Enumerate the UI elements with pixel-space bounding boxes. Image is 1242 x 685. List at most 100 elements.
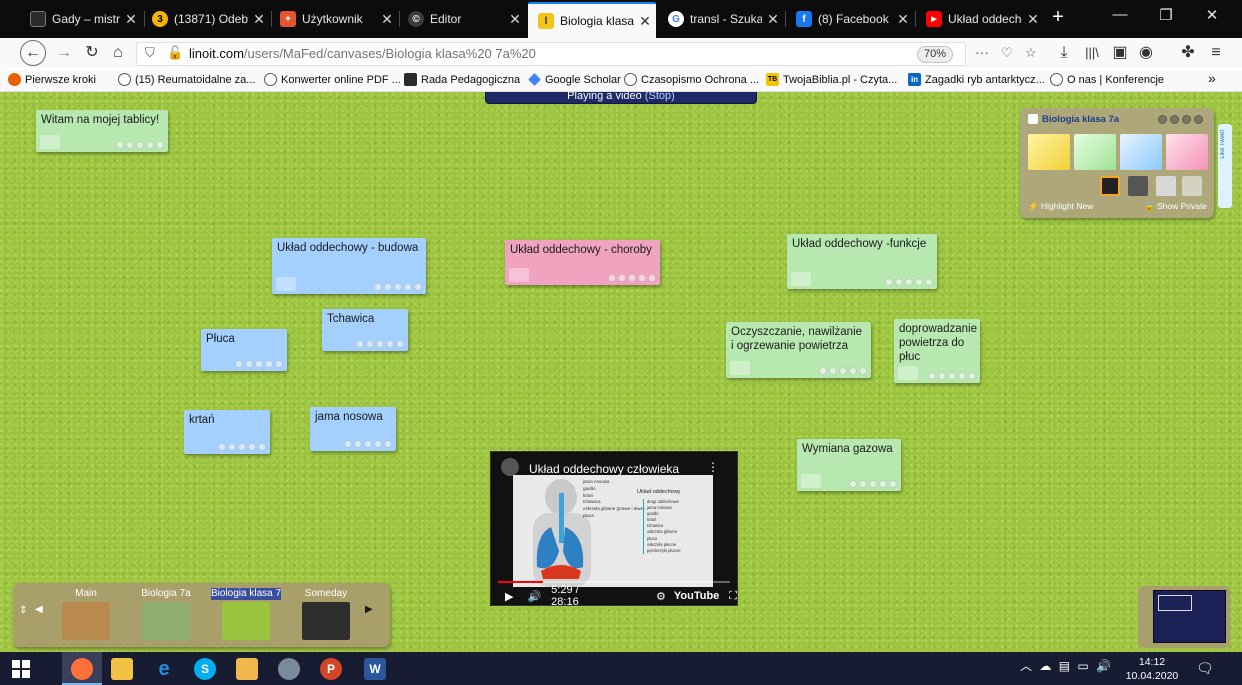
tab-7[interactable]: ▶ Układ oddechow ✕ [916, 4, 1044, 34]
photo-tool-icon[interactable] [1100, 176, 1120, 196]
bookmark-item[interactable]: Konwerter online PDF ... [264, 73, 401, 86]
tab-active[interactable]: l Biologia klasa 7 ✕ [528, 2, 656, 38]
word-icon[interactable]: W [364, 658, 386, 680]
sticky-controls[interactable] [849, 480, 897, 488]
canvas-settings-icon[interactable] [1028, 114, 1038, 124]
extension-icon[interactable]: ✤ [1176, 41, 1200, 65]
video-tool-icon[interactable] [1128, 176, 1148, 196]
pocket-icon[interactable]: ♡ [1001, 45, 1013, 61]
channel-avatar[interactable] [501, 458, 519, 476]
paint-icon[interactable] [278, 658, 300, 680]
bookmark-item[interactable]: Pierwsze kroki [8, 73, 96, 86]
close-icon[interactable]: ✕ [248, 11, 270, 28]
files-icon[interactable] [236, 658, 258, 680]
board-biologia-7a[interactable]: Biologia 7a [131, 588, 201, 640]
chevron-up-icon[interactable]: ︿ [1020, 659, 1032, 673]
bookmark-item[interactable]: (15) Reumatoidalne za... [118, 73, 255, 86]
bookmark-item[interactable]: Rada Pedagogiczna [404, 73, 520, 86]
sticky-controls[interactable] [356, 340, 404, 348]
sticky-note[interactable]: Układ oddechowy -funkcje [787, 234, 937, 289]
video-progress-bar[interactable] [498, 581, 730, 583]
video-title[interactable]: Układ oddechowy człowieka [529, 462, 679, 476]
sticky-controls[interactable] [608, 274, 656, 282]
minimap-viewport[interactable] [1153, 590, 1226, 643]
edge-icon[interactable]: e [153, 658, 175, 680]
board-someday[interactable]: Someday [291, 588, 361, 640]
play-icon[interactable]: ▶ [505, 590, 513, 603]
insecure-lock-icon[interactable]: 🔓 [167, 45, 183, 61]
palette-control-icon[interactable] [1182, 115, 1191, 124]
youtube-logo[interactable]: YouTube [674, 590, 719, 602]
skype-icon[interactable]: S [194, 658, 216, 680]
volume-icon[interactable]: 🔊 [1096, 659, 1111, 673]
sticky-controls[interactable] [344, 440, 392, 448]
display-icon[interactable]: ▭ [1077, 659, 1088, 673]
green-sticky-button[interactable] [1074, 134, 1116, 170]
tab-3[interactable]: © Editor ✕ [398, 4, 526, 34]
sticky-controls[interactable] [116, 141, 164, 149]
downloads-icon[interactable]: ⤓ [1052, 41, 1076, 65]
bookmark-item[interactable]: TB TwojaBiblia.pl - Czyta... [766, 73, 897, 86]
bookmark-item[interactable]: Czasopismo Ochrona ... [624, 73, 759, 86]
tab-6[interactable]: f (8) Facebook ✕ [786, 4, 914, 34]
canvas-minimap[interactable] [1138, 586, 1230, 648]
tab-5[interactable]: G transl - Szukaj w ✕ [658, 4, 784, 34]
taskbar-clock[interactable]: 14:12 10.04.2020 [1122, 655, 1182, 683]
youtube-video-player[interactable]: Układ oddechowy człowieka ⋮ jama nosowa … [490, 451, 738, 608]
highlight-new-toggle[interactable]: ⚡ Highlight New [1028, 201, 1093, 212]
onedrive-icon[interactable]: ☁ [1039, 659, 1051, 673]
scroll-right-icon[interactable]: ▶ [365, 604, 373, 615]
sticky-note[interactable]: krtań [184, 410, 270, 454]
pink-sticky-button[interactable] [1166, 134, 1208, 170]
settings-gear-icon[interactable]: ⚙ [656, 590, 666, 603]
file-explorer-icon[interactable] [111, 658, 133, 680]
close-icon[interactable]: ✕ [376, 11, 398, 28]
restore-icon[interactable]: ❐ [1146, 6, 1186, 24]
forward-button[interactable]: → [52, 41, 76, 65]
bookmark-item[interactable]: in Zagadki ryb antarktycz... [908, 73, 1045, 86]
attach-tool-icon[interactable] [1156, 176, 1176, 196]
url-bar[interactable]: ⛉ 🔓 linoit.com/users/MaFed/canvases/Biol… [136, 42, 1037, 66]
back-button[interactable]: ← [20, 40, 46, 66]
sticky-note[interactable]: jama nosowa [310, 407, 396, 451]
menu-icon[interactable]: ≡ [1204, 41, 1228, 65]
sticky-note[interactable]: Tchawica [322, 309, 408, 351]
page-actions-icon[interactable]: ··· [975, 44, 989, 60]
windows-start-icon[interactable] [12, 660, 30, 678]
close-icon[interactable]: ✕ [634, 13, 656, 30]
show-private-toggle[interactable]: 🔒 Show Private [1144, 201, 1207, 212]
firefox-icon[interactable] [71, 658, 93, 680]
reload-button[interactable]: ↻ [80, 41, 104, 65]
bookmark-item[interactable]: O nas | Konferencje [1050, 73, 1164, 86]
sticky-note[interactable]: Układ oddechowy - choroby [505, 240, 660, 285]
fullscreen-icon[interactable]: ⛶ [729, 590, 737, 603]
new-tab-button[interactable]: + [1048, 6, 1068, 29]
sticky-controls[interactable] [885, 278, 933, 286]
palette-control-icon[interactable] [1170, 115, 1179, 124]
social-side-tab[interactable]: Like Tweet [1218, 124, 1232, 208]
sidebar-icon[interactable]: ▣ [1108, 41, 1132, 65]
home-button[interactable]: ⌂ [106, 41, 130, 65]
scroll-left-icon[interactable]: ◀ [35, 604, 43, 615]
stop-video-link[interactable]: (Stop) [645, 92, 675, 102]
close-icon[interactable]: ✕ [762, 11, 784, 28]
sticky-note[interactable]: Oczyszczanie, nawilżanie i ogrzewanie po… [726, 322, 871, 378]
sticky-note[interactable]: Wymiana gazowa [797, 439, 901, 491]
powerpoint-icon[interactable]: P [320, 658, 342, 680]
tab-1[interactable]: 3 (13871) Odebra ✕ [142, 4, 270, 34]
close-icon[interactable]: ✕ [504, 11, 526, 28]
linoit-canvas[interactable]: Playing a video (Stop) Witam na mojej ta… [0, 92, 1242, 652]
zoom-indicator[interactable]: 70% [917, 46, 954, 63]
sticky-controls[interactable] [235, 360, 283, 368]
close-window-icon[interactable]: ✕ [1192, 6, 1232, 24]
close-icon[interactable]: ✕ [1022, 11, 1044, 28]
url-text[interactable]: linoit.com/users/MaFed/canvases/Biologia… [189, 46, 536, 61]
board-biologia-klasa-7[interactable]: Biologia klasa 7 [211, 588, 281, 640]
power-icon[interactable] [1194, 115, 1203, 124]
tab-0[interactable]: Gady – mistrzo ✕ [20, 4, 142, 34]
close-icon[interactable]: ✕ [120, 11, 142, 28]
transparent-sticky-icon[interactable] [1182, 176, 1202, 196]
palette-board-title[interactable]: Biologia klasa 7a [1042, 114, 1119, 125]
more-options-icon[interactable]: ⋮ [707, 460, 719, 474]
sticky-controls[interactable] [374, 283, 422, 291]
